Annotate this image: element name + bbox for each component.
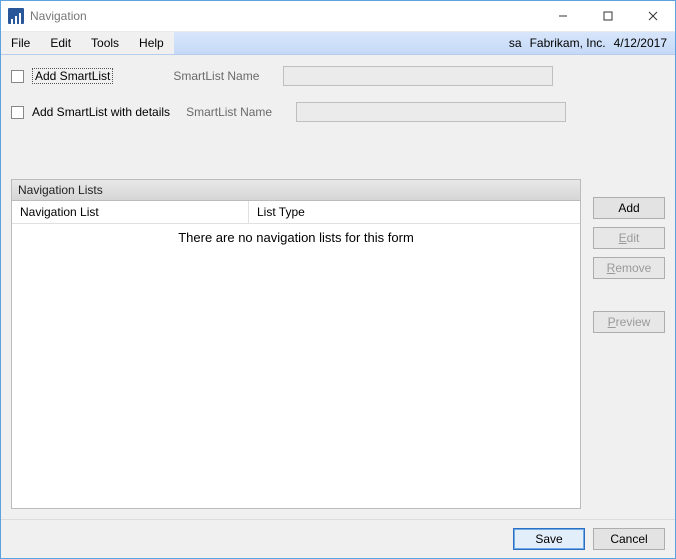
minimize-button[interactable] <box>540 2 585 31</box>
col-navigation-list[interactable]: Navigation List <box>12 201 249 223</box>
close-button[interactable] <box>630 2 675 31</box>
empty-message: There are no navigation lists for this f… <box>12 224 580 251</box>
menu-edit[interactable]: Edit <box>40 32 81 54</box>
menubar-status: sa Fabrikam, Inc. 4/12/2017 <box>509 32 675 54</box>
input-smartlist-name[interactable] <box>283 66 553 86</box>
col-list-type[interactable]: List Type <box>249 201 580 223</box>
panel-header: Navigation Lists <box>12 180 580 201</box>
label-add-smartlist: Add SmartList <box>32 68 113 84</box>
label-smartlist-name-2: SmartList Name <box>186 105 296 119</box>
row-add-smartlist-details: Add SmartList with details SmartList Nam… <box>11 101 665 123</box>
maximize-button[interactable] <box>585 2 630 31</box>
menubar-date: 4/12/2017 <box>614 36 667 50</box>
navigation-lists-panel: Navigation Lists Navigation List List Ty… <box>11 179 581 509</box>
label-smartlist-name-1: SmartList Name <box>173 69 283 83</box>
list-body[interactable] <box>12 251 580 508</box>
window-title: Navigation <box>30 9 87 23</box>
save-button[interactable]: Save <box>513 528 585 550</box>
row-add-smartlist: Add SmartList SmartList Name <box>11 65 665 87</box>
input-smartlist-name-details[interactable] <box>296 102 566 122</box>
main-row: Navigation Lists Navigation List List Ty… <box>11 179 665 509</box>
column-headers: Navigation List List Type <box>12 201 580 224</box>
app-icon <box>8 8 24 24</box>
menu-file[interactable]: File <box>1 32 40 54</box>
side-buttons: Add Edit Remove Preview <box>593 179 665 509</box>
remove-button: Remove <box>593 257 665 279</box>
titlebar: Navigation <box>1 1 675 32</box>
add-button[interactable]: Add <box>593 197 665 219</box>
menubar-company: Fabrikam, Inc. <box>530 36 606 50</box>
menu-tools[interactable]: Tools <box>81 32 129 54</box>
menubar-user: sa <box>509 36 522 50</box>
cancel-button[interactable]: Cancel <box>593 528 665 550</box>
footer: Save Cancel <box>1 519 675 558</box>
navigation-window: Navigation File Edit Tools Help sa Fabri… <box>0 0 676 559</box>
checkbox-add-smartlist-details[interactable] <box>11 106 24 119</box>
menu-help[interactable]: Help <box>129 32 174 54</box>
edit-button: Edit <box>593 227 665 249</box>
menubar: File Edit Tools Help sa Fabrikam, Inc. 4… <box>1 32 675 55</box>
checkbox-add-smartlist[interactable] <box>11 70 24 83</box>
client-area: Add SmartList SmartList Name Add SmartLi… <box>1 55 675 519</box>
preview-button: Preview <box>593 311 665 333</box>
label-add-smartlist-details: Add SmartList with details <box>32 105 170 119</box>
